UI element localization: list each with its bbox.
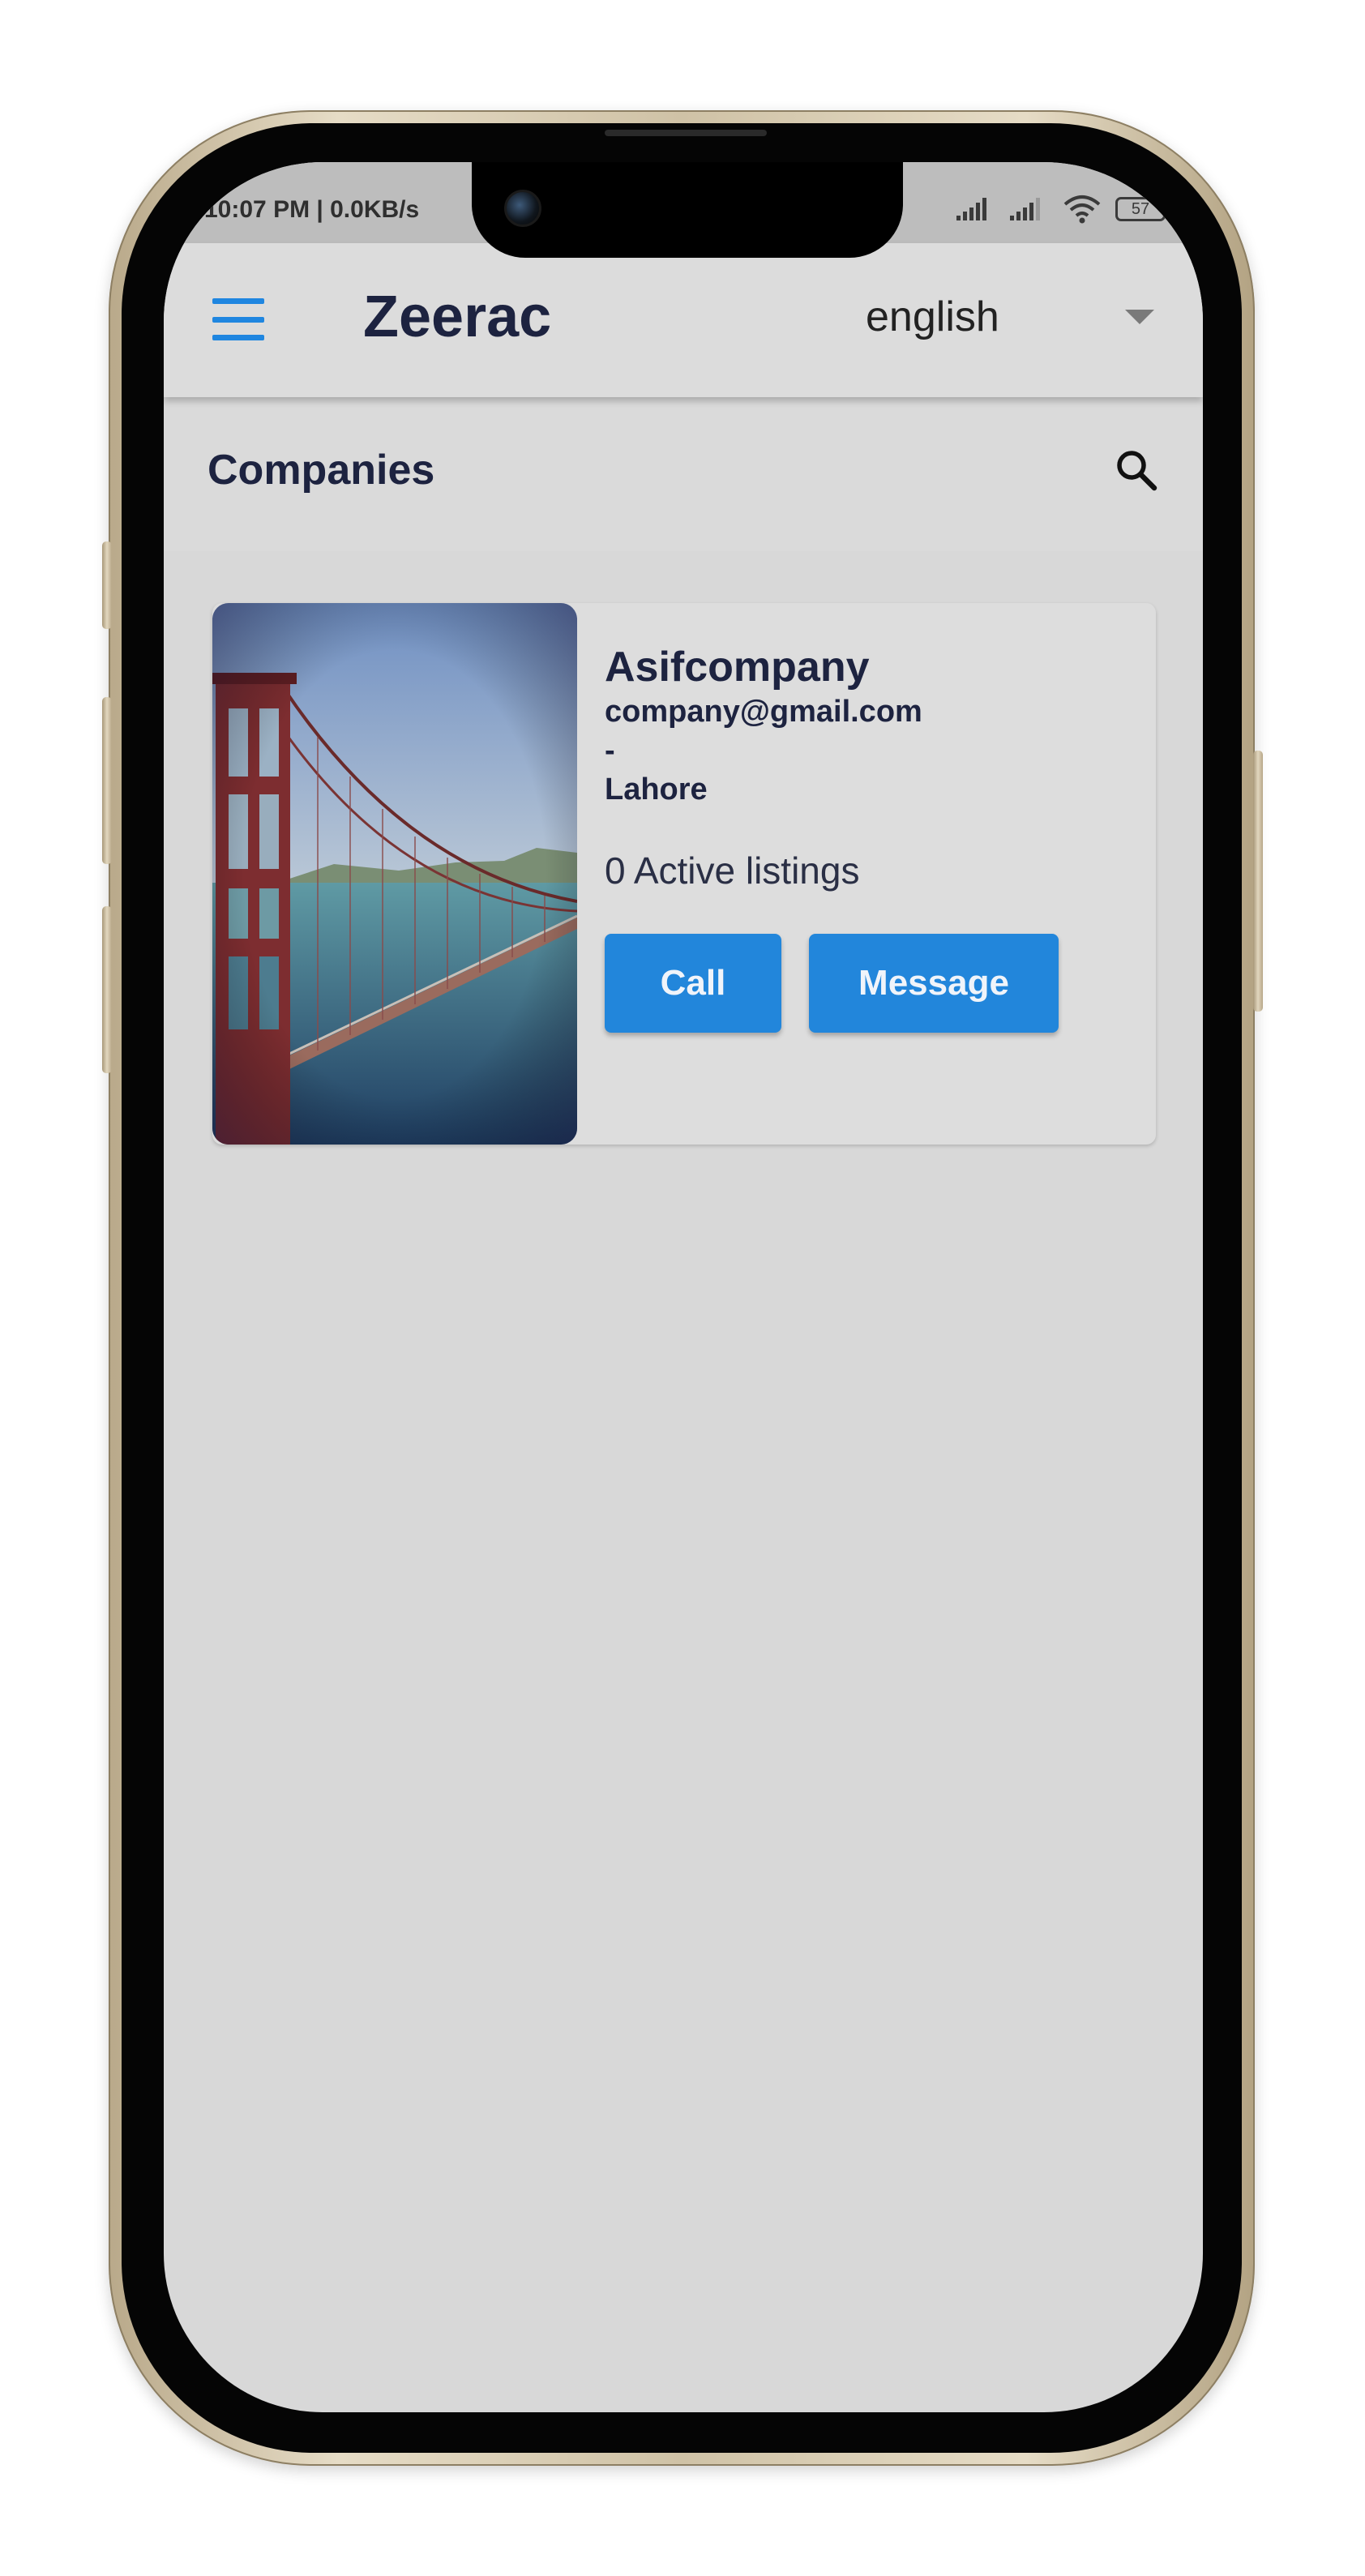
company-info: Asifcompany company@gmail.com - Lahore 0…	[605, 642, 1140, 1033]
company-card[interactable]: Asifcompany company@gmail.com - Lahore 0…	[212, 603, 1156, 1145]
language-dropdown[interactable]: english	[861, 280, 1162, 353]
page-title: Companies	[208, 447, 435, 494]
section-header: Companies	[164, 397, 1203, 551]
phone-screen: 10:07 PM | 0.0KB/s 57 Zeerac english Com…	[164, 162, 1203, 2412]
battery-icon: 57	[1115, 197, 1170, 221]
speaker-grille	[605, 130, 767, 136]
signal-icon	[1010, 198, 1040, 220]
hamburger-menu-icon[interactable]	[212, 298, 264, 340]
search-icon-glyph	[1117, 451, 1157, 491]
company-image	[212, 603, 577, 1145]
battery-level: 57	[1131, 199, 1150, 218]
side-button	[102, 906, 112, 1073]
wifi-icon	[1063, 195, 1101, 224]
notch	[472, 162, 903, 258]
side-button	[102, 697, 112, 864]
company-phone: -	[605, 734, 615, 768]
active-listings-count: 0 Active listings	[605, 849, 860, 892]
status-icons: 57	[955, 195, 1170, 224]
golden-gate-bridge-photo	[212, 603, 577, 1145]
call-button[interactable]: Call	[605, 934, 781, 1033]
app-bar: Zeerac english	[164, 243, 1203, 397]
company-name: Asifcompany	[605, 644, 870, 691]
company-city: Lahore	[605, 772, 708, 807]
signal-icon	[956, 198, 986, 220]
device-mockup: 10:07 PM | 0.0KB/s 57 Zeerac english Com…	[0, 0, 1365, 2576]
message-button[interactable]: Message	[809, 934, 1059, 1033]
language-selected: english	[866, 293, 999, 340]
search-icon[interactable]	[1112, 446, 1161, 494]
power-button	[1253, 751, 1263, 1012]
app-title: Zeerac	[363, 285, 552, 349]
card-actions: Call Message	[605, 934, 1140, 1033]
status-time-speed: 10:07 PM | 0.0KB/s	[204, 196, 420, 223]
front-camera	[504, 190, 541, 227]
caret-down-icon	[1125, 310, 1154, 324]
company-email: company@gmail.com	[605, 695, 922, 729]
side-button	[102, 541, 112, 629]
